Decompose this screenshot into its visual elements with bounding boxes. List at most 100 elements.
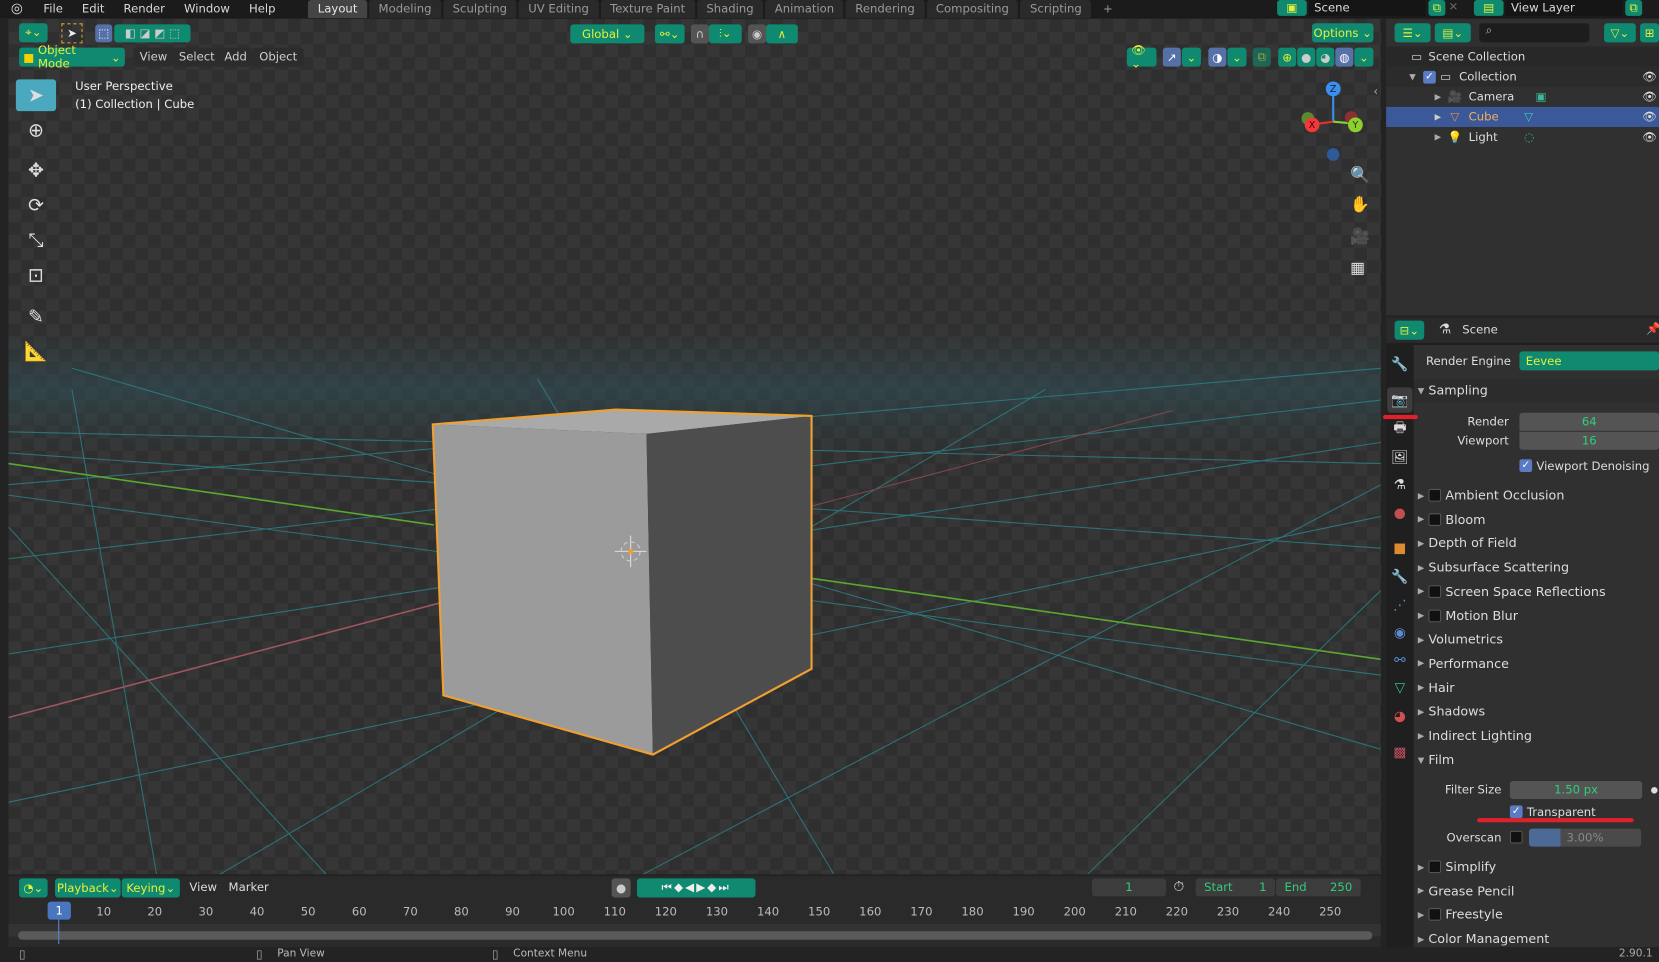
overlays-toggle-icon[interactable]: ◑ [1208, 47, 1227, 67]
menu-render[interactable]: Render [114, 2, 174, 16]
section-enable-checkbox[interactable] [1428, 908, 1442, 922]
gizmo-toggle-icon[interactable]: ↗ [1162, 47, 1181, 67]
delete-scene-icon[interactable]: ✕ [1449, 0, 1464, 16]
timeline-menu-view[interactable]: View [189, 881, 217, 895]
section-subsurface-scattering[interactable]: ▶ Subsurface Scattering [1414, 556, 1659, 579]
new-collection-icon[interactable]: ⊞ [1640, 23, 1659, 43]
keying-menu[interactable]: Keying ⌄ [121, 878, 180, 898]
tab-compositing[interactable]: Compositing [926, 0, 1019, 18]
snap-magnet-icon[interactable]: ∩ [690, 24, 709, 44]
outliner-scene-collection[interactable]: ▭ Scene Collection [1386, 46, 1659, 67]
viewport-samples-field[interactable]: 16 [1519, 431, 1659, 450]
outliner-item-cube[interactable]: ▶ ▽ Cube ▽ 👁 [1386, 106, 1659, 127]
outliner-item-light[interactable]: ▶ 💡 Light ◌ 👁 [1386, 127, 1659, 147]
tab-animation[interactable]: Animation [765, 0, 844, 18]
tab-layout[interactable]: Layout [308, 0, 367, 18]
tab-tool-icon[interactable]: 🔧 [1387, 351, 1412, 376]
timeline-editor-type-icon[interactable]: ◔⌄ [19, 878, 48, 898]
tab-texture-paint[interactable]: Texture Paint [600, 0, 695, 18]
auto-keying-icon[interactable]: ● [611, 878, 631, 898]
tab-constraints-icon[interactable]: ⚯ [1387, 648, 1412, 673]
section-freestyle[interactable]: ▶ Freestyle [1414, 903, 1659, 926]
section-sampling[interactable]: ▼ Sampling [1413, 378, 1659, 403]
tab-uv-editing[interactable]: UV Editing [518, 0, 599, 18]
tab-material-icon[interactable]: ◕ [1387, 704, 1412, 729]
tab-world-icon[interactable]: ● [1387, 501, 1412, 526]
3d-viewport[interactable]: User Perspective (1) Collection | Cube Z… [8, 19, 1381, 875]
tab-sculpting[interactable]: Sculpting [443, 0, 517, 18]
stopwatch-icon[interactable]: ⏱ [1173, 879, 1184, 895]
menu-select[interactable]: Select [172, 47, 222, 67]
playhead-frame[interactable]: 1 [47, 901, 71, 920]
tab-object-icon[interactable]: ■ [1387, 535, 1412, 560]
section-bloom[interactable]: ▶ Bloom [1414, 508, 1659, 531]
camera-data-icon[interactable]: ▣ [1535, 90, 1546, 104]
camera-view-icon[interactable]: 🎥 [1350, 226, 1370, 245]
menu-add[interactable]: Add [217, 47, 254, 67]
shading-dropdown-icon[interactable]: ⌄ [1354, 47, 1374, 67]
section-simplify[interactable]: ▶ Simplify [1414, 855, 1659, 878]
filter-icon[interactable]: ▽⌄ [1604, 23, 1636, 43]
tab-particles-icon[interactable]: ⋰ [1387, 593, 1412, 618]
expand-icon[interactable]: ▼ [1386, 72, 1416, 82]
annotate-tool-icon[interactable]: ✎ [16, 301, 56, 333]
pan-hand-icon[interactable]: ✋ [1350, 195, 1370, 214]
scene-name-field[interactable]: Scene [1308, 0, 1426, 16]
overscan-checkbox[interactable] [1509, 830, 1523, 844]
render-samples-field[interactable]: 64 [1519, 412, 1659, 431]
tab-texture-icon[interactable]: ▩ [1387, 740, 1412, 765]
select-tool-icon[interactable]: ➤ [61, 23, 83, 44]
section-film[interactable]: ▼ Film [1414, 748, 1659, 771]
current-frame-field[interactable]: 1 [1091, 878, 1167, 897]
section-screen-space-reflections[interactable]: ▶ Screen Space Reflections [1414, 580, 1659, 603]
scale-tool-icon[interactable]: ⤡ [16, 224, 56, 256]
section-grease-pencil[interactable]: ▶ Grease Pencil [1414, 879, 1659, 902]
rendered-shading-icon[interactable]: ◍ [1335, 47, 1354, 67]
transform-tool-icon[interactable]: ⊡ [16, 259, 56, 291]
orientation-dropdown[interactable]: Global ⌄ [570, 24, 645, 44]
material-shading-icon[interactable]: ◕ [1316, 47, 1335, 67]
light-data-icon[interactable]: ◌ [1524, 130, 1534, 144]
tab-rendering[interactable]: Rendering [845, 0, 925, 18]
xray-toggle-icon[interactable]: ⧉ [1252, 47, 1271, 67]
wireframe-shading-icon[interactable]: ⊕ [1278, 47, 1297, 67]
selection-mode-icons[interactable]: ◧ ◪ ◩ ⬚ [114, 24, 191, 43]
tab-modifier-icon[interactable]: 🔧 [1387, 564, 1412, 589]
properties-editor-type-icon[interactable]: ⊟⌄ [1394, 320, 1425, 340]
tab-scripting[interactable]: Scripting [1020, 0, 1092, 18]
mesh-data-icon[interactable]: ▽ [1524, 110, 1533, 124]
move-tool-icon[interactable]: ✥ [16, 155, 56, 187]
zoom-view-icon[interactable]: 🔍 [1350, 165, 1370, 184]
gizmo-dropdown-icon[interactable]: ⌄ [1181, 47, 1201, 67]
section-shadows[interactable]: ▶ Shadows [1414, 700, 1659, 723]
snap-increment-icon[interactable]: ⫶⌄ [708, 24, 742, 44]
tab-output-icon[interactable]: 🖶 [1387, 417, 1412, 442]
pin-icon[interactable]: 📌 [1646, 322, 1659, 336]
outliner-item-camera[interactable]: ▶ 🎥 Camera ▣ 👁 [1386, 87, 1659, 107]
cursor-tool-icon[interactable]: ⊕ [16, 114, 56, 146]
section-ambient-occlusion[interactable]: ▶ Ambient Occlusion [1414, 484, 1659, 507]
tab-physics-icon[interactable]: ◉ [1387, 620, 1412, 645]
timeline-menu-marker[interactable]: Marker [229, 881, 269, 895]
tab-shading[interactable]: Shading [696, 0, 764, 18]
editor-type-icon[interactable]: ⌖⌄ [19, 23, 48, 43]
visibility-eye-icon[interactable]: 👁 [1642, 110, 1657, 124]
menu-file[interactable]: File [34, 2, 73, 16]
timeline-scrollbar[interactable] [17, 931, 1373, 940]
section-motion-blur[interactable]: ▶ Motion Blur [1414, 604, 1659, 627]
display-mode-icon[interactable]: ☰⌄ [1394, 23, 1431, 43]
tab-scene-icon[interactable]: ⚗ [1387, 472, 1412, 497]
new-scene-icon[interactable]: ⧉ [1428, 0, 1446, 16]
blender-logo-icon[interactable]: ◎ [0, 1, 34, 17]
view-layer-field[interactable]: View Layer [1505, 0, 1623, 16]
section-volumetrics[interactable]: ▶ Volumetrics [1414, 628, 1659, 651]
rotate-tool-icon[interactable]: ⟳ [16, 189, 56, 221]
overscan-field[interactable]: 3.00% [1528, 828, 1642, 847]
solid-shading-icon[interactable]: ● [1297, 47, 1316, 67]
tab-modeling[interactable]: Modeling [369, 0, 442, 18]
section-performance[interactable]: ▶ Performance [1414, 652, 1659, 675]
collapse-sidebar-icon[interactable]: ‹ [1373, 85, 1378, 99]
end-frame-field[interactable]: End 250 [1276, 878, 1361, 897]
falloff-curve-icon[interactable]: ∧ [766, 24, 798, 44]
measure-tool-icon[interactable]: 📐 [16, 335, 56, 367]
